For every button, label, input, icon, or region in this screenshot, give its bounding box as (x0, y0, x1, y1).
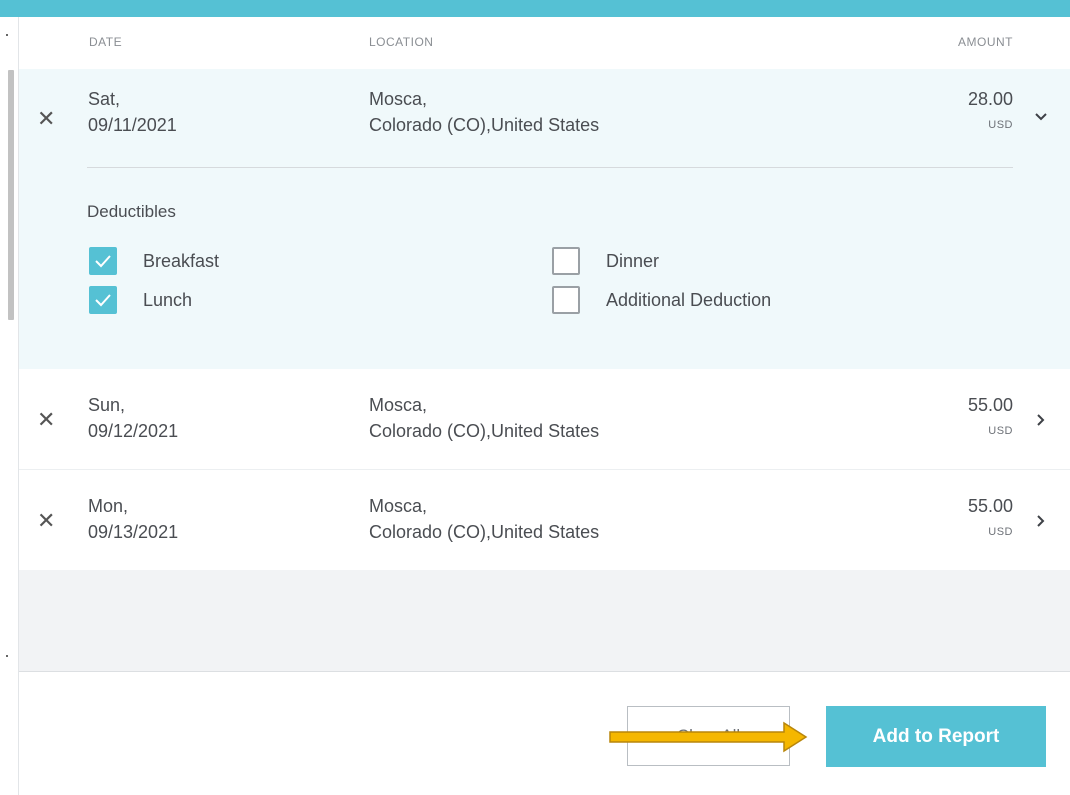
checkbox-box[interactable] (552, 286, 580, 314)
empty-list-area (19, 570, 1070, 672)
checkbox-box[interactable] (89, 247, 117, 275)
row-day: Sun, (88, 395, 126, 415)
additional-deduction-label: Additional Deduction (606, 289, 772, 310)
row-currency: USD (988, 119, 1013, 131)
row-amount: 55.00 (967, 395, 1013, 415)
per-diem-panel: DATE LOCATION AMOUNT ✕ Sat, 09/11/2021 M… (19, 17, 1070, 795)
edge-marker (6, 655, 8, 657)
footer-actions: Clear All Add to Report (19, 672, 1070, 795)
row-amount: 55.00 (967, 496, 1013, 516)
row-state-country: Colorado (CO),United States (369, 522, 600, 542)
row-city: Mosca, (369, 496, 428, 516)
dinner-label: Dinner (606, 250, 660, 271)
checkmark-icon (95, 294, 111, 307)
dinner-checkbox[interactable]: Dinner (552, 245, 659, 277)
row-day: Sat, (88, 89, 121, 109)
table-row[interactable]: ✕ Sun, 09/12/2021 Mosca, Colorado (CO),U… (19, 369, 1070, 470)
row-amount: 28.00 (967, 89, 1013, 109)
checkbox-box[interactable] (552, 247, 580, 275)
table-row[interactable]: ✕ Sat, 09/11/2021 Mosca, Colorado (CO),U… (19, 69, 1070, 369)
add-to-report-button[interactable]: Add to Report (826, 706, 1046, 767)
chevron-right-icon[interactable] (1032, 512, 1050, 530)
row-currency: USD (988, 425, 1013, 437)
table-header: DATE LOCATION AMOUNT (19, 17, 1070, 69)
lunch-checkbox[interactable]: Lunch (89, 284, 192, 316)
row-date: 09/11/2021 (88, 115, 177, 135)
checkmark-icon (95, 255, 111, 268)
additional-deduction-checkbox[interactable]: Additional Deduction (552, 284, 771, 316)
row-day: Mon, (88, 496, 129, 516)
edge-marker (6, 34, 8, 36)
close-icon[interactable]: ✕ (37, 409, 55, 431)
amount-column-header: AMOUNT (958, 35, 1013, 49)
close-icon[interactable]: ✕ (37, 510, 55, 532)
date-column-header: DATE (89, 35, 123, 49)
row-date: 09/13/2021 (88, 522, 179, 542)
chevron-right-icon[interactable] (1032, 411, 1050, 429)
breakfast-checkbox[interactable]: Breakfast (89, 245, 219, 277)
table-row[interactable]: ✕ Mon, 09/13/2021 Mosca, Colorado (CO),U… (19, 470, 1070, 570)
row-city: Mosca, (369, 89, 428, 109)
chevron-down-icon[interactable] (1032, 108, 1050, 126)
scrollbar-thumb[interactable] (8, 70, 14, 320)
row-currency: USD (988, 526, 1013, 538)
arrow-annotation (609, 721, 808, 753)
row-state-country: Colorado (CO),United States (369, 421, 600, 441)
row-divider (87, 167, 1013, 168)
row-date: 09/12/2021 (88, 421, 179, 441)
close-icon[interactable]: ✕ (37, 108, 55, 130)
breakfast-label: Breakfast (143, 250, 220, 271)
checkbox-box[interactable] (89, 286, 117, 314)
top-accent-bar (0, 0, 1070, 17)
row-state-country: Colorado (CO),United States (369, 115, 600, 135)
lunch-label: Lunch (143, 289, 193, 310)
deductibles-title: Deductibles (87, 202, 176, 221)
row-city: Mosca, (369, 395, 428, 415)
location-column-header: LOCATION (369, 35, 434, 49)
